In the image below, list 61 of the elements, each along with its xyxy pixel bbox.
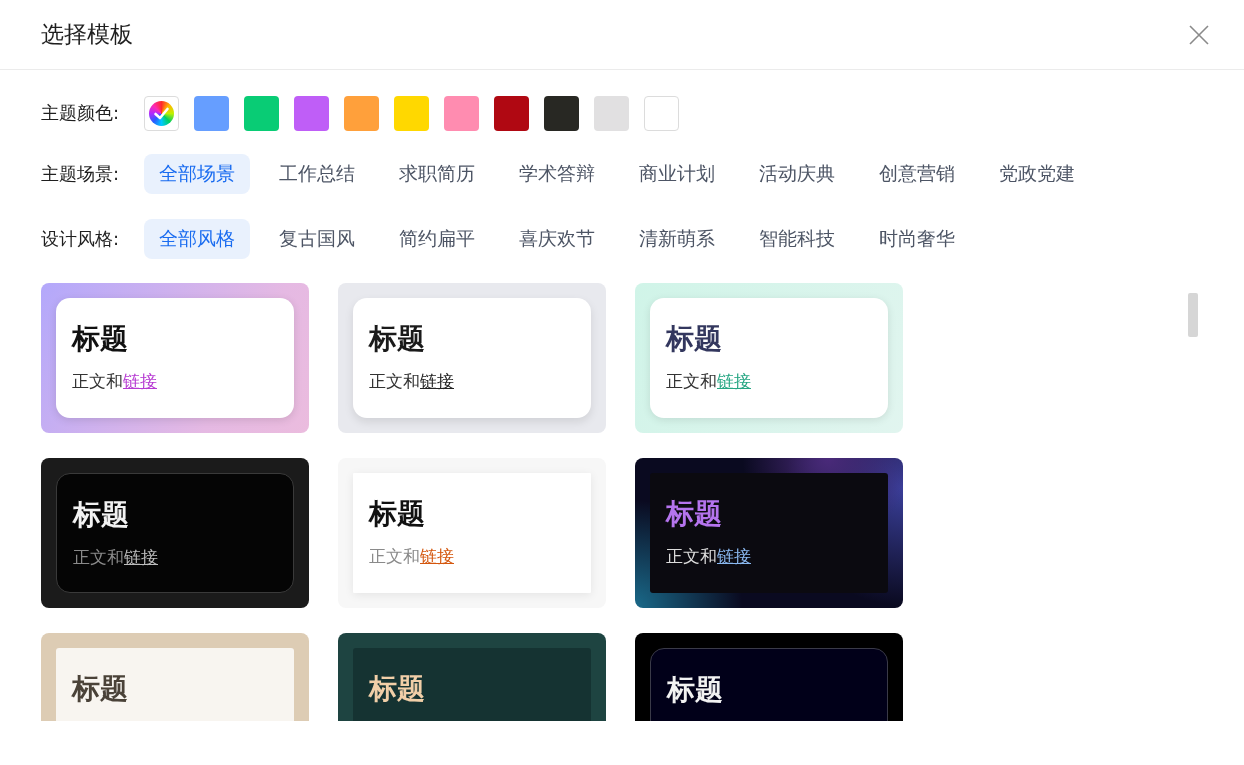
- filter-option[interactable]: 求职简历: [384, 154, 490, 194]
- filter-option[interactable]: 工作总结: [264, 154, 370, 194]
- card-link[interactable]: 链接: [717, 547, 751, 566]
- card-body-text: 正文和链接: [73, 547, 158, 569]
- template-card[interactable]: 标题 正文和链接: [41, 458, 309, 608]
- template-card[interactable]: 标题: [635, 633, 903, 721]
- template-card[interactable]: 标题 正文和链接: [338, 283, 606, 433]
- filter-option[interactable]: 学术答辩: [504, 154, 610, 194]
- filter-option[interactable]: 全部场景: [144, 154, 250, 194]
- theme-color-label: 主题颜色:: [41, 101, 121, 125]
- color-swatch[interactable]: [644, 95, 679, 131]
- card-link[interactable]: 链接: [123, 372, 157, 391]
- card-link[interactable]: 链接: [420, 547, 454, 566]
- filter-option[interactable]: 简约扁平: [384, 219, 490, 259]
- filter-option[interactable]: 全部风格: [144, 219, 250, 259]
- card-link[interactable]: 链接: [420, 372, 454, 391]
- card-link[interactable]: 链接: [124, 548, 158, 567]
- scrollbar-thumb[interactable]: [1188, 293, 1198, 337]
- filter-option[interactable]: 清新萌系: [624, 219, 730, 259]
- card-body-text: 正文和链接: [369, 371, 454, 393]
- card-title: 标题: [369, 496, 425, 532]
- card-title: 标题: [369, 321, 425, 357]
- filter-option[interactable]: 时尚奢华: [864, 219, 970, 259]
- template-card[interactable]: 标题 正文和链接: [41, 283, 309, 433]
- card-title: 标题: [72, 671, 128, 707]
- color-swatch[interactable]: [594, 95, 629, 131]
- color-swatch[interactable]: [394, 95, 429, 131]
- card-body-text: 正文和链接: [72, 371, 157, 393]
- template-card[interactable]: 标题: [41, 633, 309, 721]
- card-title: 标题: [72, 321, 128, 357]
- card-body-text: 正文和链接: [369, 546, 454, 568]
- color-swatch[interactable]: [294, 95, 329, 131]
- card-title: 标题: [667, 672, 723, 708]
- filter-option[interactable]: 智能科技: [744, 219, 850, 259]
- card-title: 标题: [73, 497, 129, 533]
- filter-label: 设计风格:: [41, 227, 121, 251]
- dialog-title: 选择模板: [41, 20, 133, 49]
- card-title: 标题: [369, 671, 425, 707]
- filter-option[interactable]: 创意营销: [864, 154, 970, 194]
- color-swatch[interactable]: [444, 95, 479, 131]
- color-swatch[interactable]: [544, 95, 579, 131]
- color-swatch[interactable]: [494, 95, 529, 131]
- color-swatch[interactable]: [144, 95, 179, 131]
- filter-label: 主题场景:: [41, 162, 121, 186]
- filter-option[interactable]: 党政党建: [984, 154, 1090, 194]
- filter-option[interactable]: 活动庆典: [744, 154, 850, 194]
- template-card[interactable]: 标题 正文和链接: [635, 458, 903, 608]
- close-icon[interactable]: [1188, 23, 1210, 46]
- template-card[interactable]: 标题: [338, 633, 606, 721]
- card-body-text: 正文和链接: [666, 546, 751, 568]
- card-title: 标题: [666, 496, 722, 532]
- card-body-text: 正文和链接: [666, 371, 751, 393]
- color-swatch[interactable]: [244, 95, 279, 131]
- color-swatch[interactable]: [344, 95, 379, 131]
- card-title: 标题: [666, 321, 722, 357]
- template-card[interactable]: 标题 正文和链接: [635, 283, 903, 433]
- filter-option[interactable]: 喜庆欢节: [504, 219, 610, 259]
- template-card[interactable]: 标题 正文和链接: [338, 458, 606, 608]
- filter-option[interactable]: 复古国风: [264, 219, 370, 259]
- color-swatch[interactable]: [194, 95, 229, 131]
- filter-option[interactable]: 商业计划: [624, 154, 730, 194]
